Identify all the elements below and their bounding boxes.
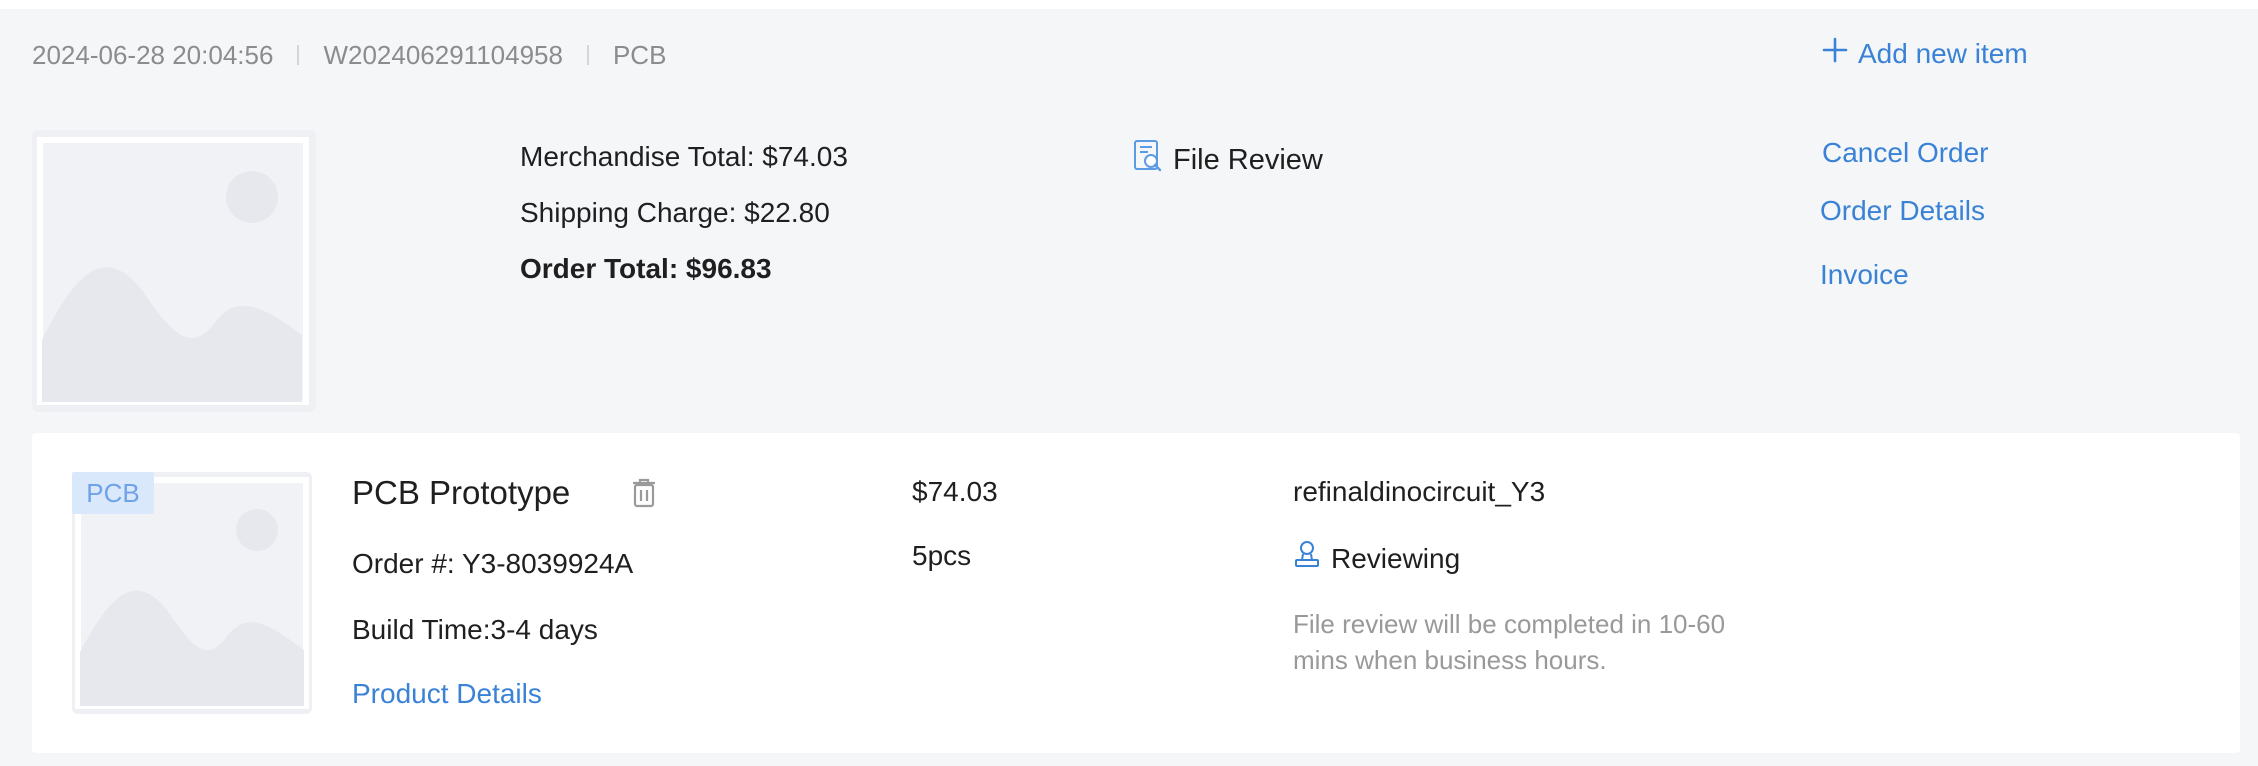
review-status-label: Reviewing	[1331, 542, 1461, 574]
reviewer-stamp-icon	[1293, 540, 1321, 577]
divider	[297, 45, 300, 65]
plus-icon	[1822, 37, 1848, 70]
order-details-link[interactable]: Order Details	[1820, 195, 1985, 227]
build-time: Build Time:3-4 days	[352, 614, 598, 645]
cancel-order-link[interactable]: Cancel Order	[1822, 137, 1989, 169]
add-new-item-button[interactable]: Add new item	[1822, 37, 2028, 70]
merchandise-total: Merchandise Total: $74.03	[520, 141, 848, 172]
review-status: Reviewing	[1293, 540, 1460, 577]
image-placeholder-icon	[37, 137, 309, 405]
invoice-link[interactable]: Invoice	[1820, 259, 1909, 291]
item-quantity: 5pcs	[912, 540, 972, 571]
order-total: Order Total: $96.83	[520, 253, 772, 284]
order-number: W202406291104958	[323, 39, 563, 70]
username: refinaldinocircuit_Y3	[1293, 476, 1546, 507]
order-category: PCB	[612, 39, 667, 70]
file-review-label: File Review	[1173, 143, 1323, 176]
add-new-item-label: Add new item	[1858, 37, 2028, 69]
product-details-link[interactable]: Product Details	[352, 678, 542, 710]
divider	[586, 45, 589, 65]
file-review-icon	[1133, 139, 1163, 181]
trash-icon[interactable]	[630, 477, 658, 514]
item-price: $74.03	[912, 476, 998, 507]
order-header: 2024-06-28 20:04:56 W202406291104958 PCB	[32, 35, 666, 75]
review-note: File review will be completed in 10-60 m…	[1293, 609, 1726, 675]
file-review-button[interactable]: File Review	[1133, 139, 1323, 181]
shipping-charge: Shipping Charge: $22.80	[520, 197, 830, 228]
order-datetime: 2024-06-28 20:04:56	[32, 39, 274, 70]
order-totals: Merchandise Total: $74.03 Shipping Charg…	[520, 137, 848, 305]
item-category-tag: PCB	[72, 472, 154, 514]
item-order-number: Order #: Y3-8039924A	[352, 548, 634, 579]
order-thumbnail	[32, 130, 316, 412]
product-title: PCB Prototype	[352, 474, 571, 511]
